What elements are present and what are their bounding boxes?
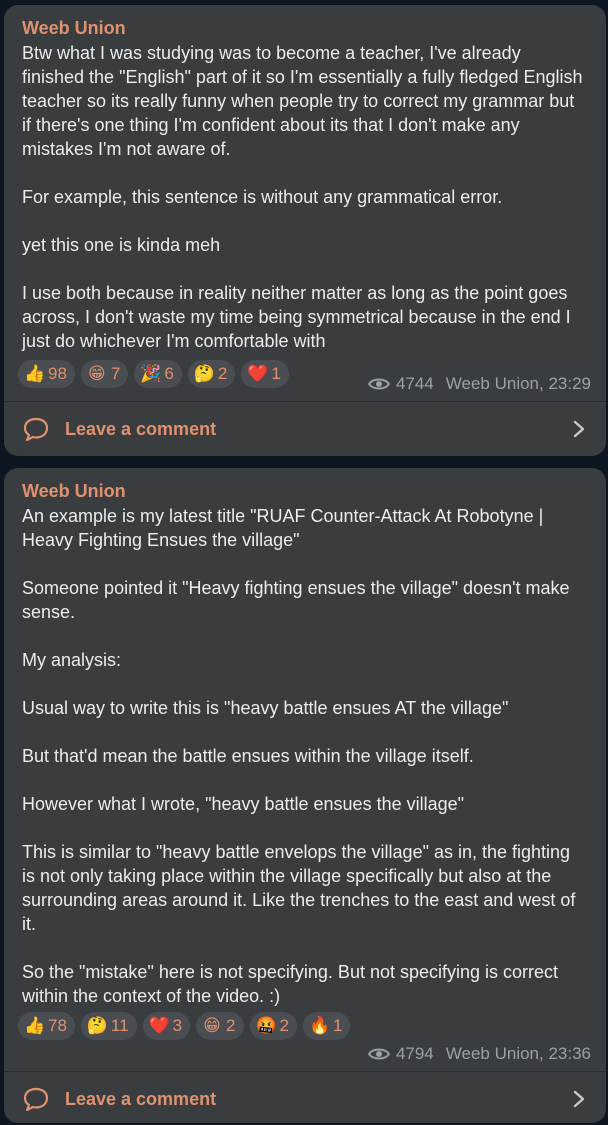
reaction-cursing-face[interactable]: 🤬 2 <box>249 1012 297 1040</box>
reaction-count: 98 <box>48 364 67 383</box>
reaction-thumbs-up[interactable]: 👍 78 <box>18 1012 75 1040</box>
reaction-count: 1 <box>271 364 281 383</box>
reaction-grin[interactable]: 😁 2 <box>196 1012 244 1040</box>
author-name[interactable]: Weeb Union <box>22 480 126 502</box>
signature-time: Weeb Union, 23:29 <box>445 374 591 393</box>
message-meta: 4744 Weeb Union, 23:29 <box>367 374 591 394</box>
reaction-count: 78 <box>48 1016 67 1035</box>
thumbs-up-icon: 👍 <box>24 364 46 383</box>
message-bubble: Weeb Union An example is my latest title… <box>4 468 606 1123</box>
party-popper-icon: 🎉 <box>140 364 162 383</box>
reaction-count: 11 <box>110 1016 129 1035</box>
thumbs-up-icon: 👍 <box>24 1016 46 1035</box>
grin-icon: 😁 <box>203 1016 221 1035</box>
reaction-thinking-face[interactable]: 🤔 2 <box>187 360 236 388</box>
reaction-count: 6 <box>164 364 174 383</box>
fire-icon: 🔥 <box>308 1016 331 1035</box>
eye-icon <box>367 1048 390 1060</box>
author-name[interactable]: Weeb Union <box>22 17 126 39</box>
reaction-count: 7 <box>110 364 121 383</box>
thinking-face-icon: 🤔 <box>86 1016 109 1035</box>
view-count: 4744 <box>395 374 434 393</box>
reaction-count: 2 <box>217 364 228 383</box>
reaction-thinking-face[interactable]: 🤔 11 <box>80 1012 137 1040</box>
reaction-party-popper[interactable]: 🎉 6 <box>134 360 182 388</box>
chevron-right-icon <box>573 420 585 438</box>
reactions-bar: 👍 78 🤔 11 ❤️ 3 😁 2 🤬 2 🔥 1 <box>18 1012 351 1040</box>
signature-time: Weeb Union, 23:36 <box>445 1044 591 1063</box>
reaction-count: 3 <box>172 1016 183 1035</box>
reaction-red-heart[interactable]: ❤️ 1 <box>241 360 289 388</box>
comment-bubble-icon <box>23 1087 49 1112</box>
eye-icon <box>367 378 390 390</box>
thinking-face-icon: 🤔 <box>193 364 216 383</box>
reaction-count: 1 <box>332 1016 343 1035</box>
message-bubble: Weeb Union Btw what I was studying was t… <box>4 5 606 456</box>
message-text: Btw what I was studying was to become a … <box>22 43 583 351</box>
leave-comment-button[interactable]: Leave a comment <box>4 1072 606 1123</box>
message-text: An example is my latest title "RUAF Coun… <box>22 506 576 1006</box>
reactions-bar: 👍 98 😁 7 🎉 6 🤔 2 ❤️ 1 <box>18 360 289 388</box>
cursing-face-icon: 🤬 <box>255 1016 277 1035</box>
leave-comment-label: Leave a comment <box>65 418 217 439</box>
reaction-thumbs-up[interactable]: 👍 98 <box>18 360 75 388</box>
reaction-fire[interactable]: 🔥 1 <box>302 1012 351 1040</box>
grin-icon: 😁 <box>88 364 106 383</box>
chevron-right-icon <box>573 1090 585 1108</box>
red-heart-icon: ❤️ <box>247 364 269 383</box>
view-count: 4794 <box>395 1044 434 1063</box>
reaction-count: 2 <box>226 1016 236 1035</box>
channel-feed: Weeb Union Btw what I was studying was t… <box>0 0 608 1125</box>
red-heart-icon: ❤️ <box>148 1016 170 1035</box>
message-meta: 4794 Weeb Union, 23:36 <box>367 1044 591 1064</box>
comment-bubble-icon <box>23 417 49 442</box>
reaction-grin[interactable]: 😁 7 <box>80 360 129 388</box>
reaction-count: 2 <box>279 1016 289 1035</box>
leave-comment-label: Leave a comment <box>65 1088 217 1109</box>
reaction-red-heart[interactable]: ❤️ 3 <box>142 1012 191 1040</box>
leave-comment-button[interactable]: Leave a comment <box>4 402 606 456</box>
